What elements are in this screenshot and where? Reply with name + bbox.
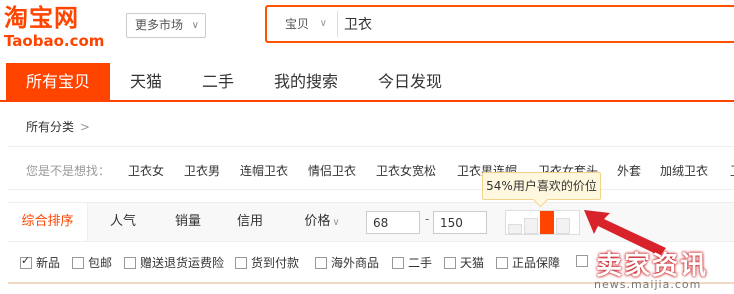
checkbox-icon — [444, 257, 456, 269]
sort-sales[interactable]: 销量 — [163, 203, 213, 241]
filter-label: 二手 — [408, 256, 433, 270]
filter-label: 天猫 — [460, 256, 485, 270]
filter-free-shipping[interactable]: 包邮 — [72, 254, 112, 271]
chevron-down-icon: ∨ — [191, 20, 199, 31]
filter-label: 包邮 — [88, 256, 113, 270]
related-link[interactable]: 连帽卫衣 — [240, 162, 288, 179]
logo-english-text: Taobao.com — [4, 32, 105, 50]
taobao-logo[interactable]: 淘宝网 Taobao.com — [4, 4, 116, 52]
sort-comprehensive[interactable]: 综合排序 — [8, 203, 88, 241]
search-category-select[interactable]: 宝贝 ∨ — [267, 7, 335, 41]
tab-today-discover[interactable]: 今日发现 — [362, 63, 458, 100]
logo-chinese-text: 淘宝网 — [4, 4, 79, 32]
filter-cash-on-delivery[interactable]: 货到付款 — [235, 254, 299, 271]
related-link[interactable]: 卫 — [730, 162, 734, 179]
search-category-label: 宝贝 — [285, 17, 310, 31]
filter-label: 货到付款 — [251, 256, 300, 270]
price-range-dash: - — [425, 212, 430, 226]
filter-label: 正品保障 — [512, 256, 561, 270]
chevron-down-icon: ∨ — [319, 18, 327, 29]
related-link[interactable]: 卫衣女宽松 — [376, 162, 436, 179]
price-preference-tooltip: 54%用户喜欢的价位 — [482, 172, 601, 200]
checkbox-icon — [392, 257, 404, 269]
related-link[interactable]: 加绒卫衣 — [660, 162, 708, 179]
related-link[interactable]: 情侣卫衣 — [308, 162, 356, 179]
related-searches: 您是不是想找： 卫衣女 卫衣男 连帽卫衣 情侣卫衣 卫衣女宽松 卫衣男连帽 卫衣… — [8, 146, 734, 190]
breadcrumb-all-categories: 所有分类 — [26, 120, 75, 134]
filter-authentic-guarantee[interactable]: 正品保障 — [496, 254, 560, 271]
watermark: 卖家资讯 news.maijia.com — [594, 245, 734, 294]
watermark-url: news.maijia.com — [594, 278, 702, 291]
tab-secondhand[interactable]: 二手 — [184, 63, 252, 100]
price-min-input[interactable] — [366, 211, 420, 234]
checkbox-icon — [72, 257, 84, 269]
checkbox-icon — [576, 255, 588, 267]
tab-tmall[interactable]: 天猫 — [112, 63, 180, 100]
taobao-search-page: 淘宝网 Taobao.com 更多市场 ∨ 宝贝 ∨ 所有宝贝 天猫 二手 我的… — [0, 0, 734, 294]
related-link[interactable]: 外套 — [617, 162, 641, 179]
search-input[interactable] — [337, 11, 717, 37]
filter-new[interactable]: 新品 — [20, 254, 60, 271]
related-searches-label: 您是不是想找： — [26, 164, 111, 178]
breadcrumb[interactable]: 所有分类 > — [26, 118, 90, 135]
watermark-cn: 卖家资讯 — [596, 251, 709, 281]
chevron-down-icon: ∨ — [332, 217, 340, 228]
price-bar-selected[interactable] — [540, 211, 554, 234]
related-link[interactable]: 卫衣女 — [128, 162, 164, 179]
checkbox-icon — [315, 257, 327, 269]
header: 淘宝网 Taobao.com 更多市场 ∨ 宝贝 ∨ — [0, 0, 734, 60]
sort-popularity[interactable]: 人气 — [98, 203, 148, 241]
price-max-input[interactable] — [433, 211, 487, 234]
filter-label: 赠送退货运费险 — [140, 256, 225, 270]
sort-price[interactable]: 价格 ∨ — [292, 203, 352, 241]
related-link[interactable]: 卫衣男 — [184, 162, 220, 179]
filter-return-insurance[interactable]: 赠送退货运费险 — [124, 254, 224, 271]
chevron-right-icon: > — [79, 120, 90, 134]
filter-tmall[interactable]: 天猫 — [444, 254, 484, 271]
more-markets-select[interactable]: 更多市场 ∨ — [126, 13, 206, 38]
more-markets-label: 更多市场 — [135, 18, 184, 32]
tab-all-items[interactable]: 所有宝贝 — [6, 63, 110, 100]
filter-label: 新品 — [36, 256, 61, 270]
checkbox-icon — [496, 257, 508, 269]
checkbox-icon — [235, 257, 247, 269]
search-tabs: 所有宝贝 天猫 二手 我的搜索 今日发现 — [0, 63, 734, 102]
price-distribution-bars — [505, 210, 580, 235]
filter-overseas[interactable]: 海外商品 — [315, 254, 379, 271]
price-bar[interactable] — [508, 224, 522, 234]
checkbox-icon — [20, 254, 32, 269]
search-box: 宝贝 ∨ — [265, 5, 734, 43]
tab-my-search[interactable]: 我的搜索 — [258, 63, 354, 100]
filter-more[interactable] — [576, 254, 592, 268]
filter-secondhand[interactable]: 二手 — [392, 254, 432, 271]
filter-label: 海外商品 — [331, 256, 380, 270]
sort-price-label: 价格 — [304, 214, 331, 229]
sort-credit[interactable]: 信用 — [225, 203, 275, 241]
price-bar[interactable] — [556, 218, 570, 234]
checkbox-icon — [124, 257, 136, 269]
price-bar[interactable] — [524, 218, 538, 234]
